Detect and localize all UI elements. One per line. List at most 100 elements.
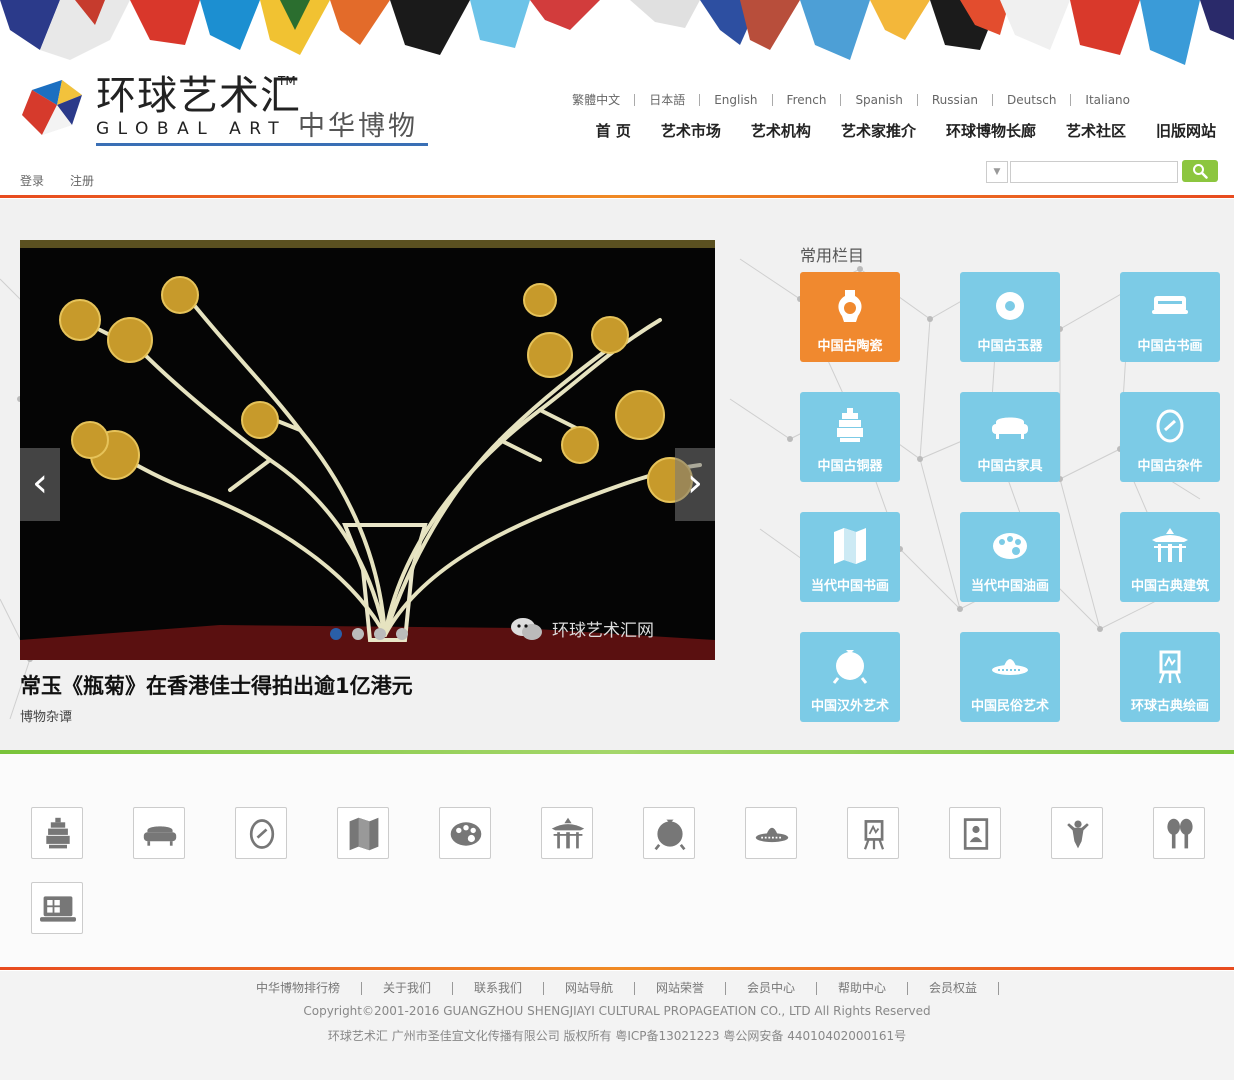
logo-subtitle: 中华博物 bbox=[298, 111, 418, 142]
footer-link-member-center[interactable]: 会员中心 bbox=[726, 982, 818, 995]
search-button[interactable] bbox=[1182, 160, 1218, 182]
icon-link-oil-painting[interactable] bbox=[439, 807, 491, 859]
nav-museum-gallery[interactable]: 环球博物长廊 bbox=[946, 120, 1036, 141]
slider-dot-3[interactable] bbox=[374, 628, 386, 640]
icon-link-bronze[interactable] bbox=[31, 807, 83, 859]
computer-icon bbox=[40, 896, 76, 922]
icon-link-sculpture[interactable] bbox=[1051, 807, 1103, 859]
nav-home[interactable]: 首 页 bbox=[596, 120, 631, 141]
logo-cube-icon bbox=[22, 80, 82, 135]
nav-old-site[interactable]: 旧版网站 bbox=[1156, 120, 1216, 141]
slider-dot-4[interactable] bbox=[396, 628, 408, 640]
register-link[interactable]: 注册 bbox=[70, 172, 94, 189]
icon-link-instruments[interactable] bbox=[1153, 807, 1205, 859]
slide-watermark: 环球艺术汇网 bbox=[510, 616, 654, 641]
lang-english[interactable]: English bbox=[699, 94, 771, 106]
nav-art-institutions[interactable]: 艺术机构 bbox=[751, 120, 811, 141]
easel-icon bbox=[863, 820, 885, 850]
icon-link-calligraphy[interactable] bbox=[337, 807, 389, 859]
header-divider bbox=[0, 195, 1234, 198]
slide-news-title[interactable]: 常玉《瓶菊》在香港佳士得拍出逾1亿港元 bbox=[20, 670, 413, 700]
sombrero-icon bbox=[992, 659, 1028, 675]
nav-art-community[interactable]: 艺术社区 bbox=[1066, 120, 1126, 141]
pot-icon bbox=[654, 819, 686, 851]
tile-contemporary-oil-painting[interactable]: 当代中国油画 bbox=[960, 512, 1060, 602]
tile-ancient-calligraphy[interactable]: 中国古书画 bbox=[1120, 272, 1220, 362]
icon-link-architecture[interactable] bbox=[541, 807, 593, 859]
page-root: 环球艺术汇 TM GLOBAL ART 中华博物 繁體中文 日本語 Englis… bbox=[0, 0, 1234, 1080]
tile-folk-art[interactable]: 中国民俗艺术 bbox=[960, 632, 1060, 722]
icon-link-miscellany[interactable] bbox=[235, 807, 287, 859]
lang-french[interactable]: French bbox=[771, 94, 841, 106]
login-link[interactable]: 登录 bbox=[20, 172, 44, 189]
category-icon-strip bbox=[0, 754, 1234, 967]
slider-next-button[interactable]: › bbox=[675, 448, 715, 521]
lang-japanese[interactable]: 日本語 bbox=[634, 94, 699, 106]
decorative-top-band bbox=[0, 0, 1234, 70]
auth-links: 登录 注册 bbox=[20, 172, 120, 189]
tile-label: 当代中国书画 bbox=[810, 579, 889, 594]
footer-link-sitemap[interactable]: 网站导航 bbox=[544, 982, 635, 995]
icon-link-digital[interactable] bbox=[31, 882, 83, 934]
lang-italian[interactable]: Italiano bbox=[1070, 94, 1144, 106]
tile-classical-architecture[interactable]: 中国古典建筑 bbox=[1120, 512, 1220, 602]
nav-art-market[interactable]: 艺术市场 bbox=[661, 120, 721, 141]
footer-link-ranking[interactable]: 中华博物排行榜 bbox=[235, 982, 362, 995]
tile-classical-painting[interactable]: 环球古典绘画 bbox=[1120, 632, 1220, 722]
footer-link-help[interactable]: 帮助中心 bbox=[817, 982, 909, 995]
lang-spanish[interactable]: Spanish bbox=[840, 94, 916, 106]
tile-ancient-ceramics[interactable]: 中国古陶瓷 bbox=[800, 272, 900, 362]
search-bar: ▼ bbox=[986, 160, 1218, 184]
icon-link-furniture[interactable] bbox=[133, 807, 185, 859]
slider-dot-2[interactable] bbox=[352, 628, 364, 640]
logo-trademark: TM bbox=[278, 74, 296, 88]
nav-artists[interactable]: 艺术家推介 bbox=[841, 120, 916, 141]
portrait-icon bbox=[963, 818, 989, 850]
slide-image[interactable] bbox=[20, 240, 715, 660]
logo-title-en: GLOBAL ART bbox=[96, 119, 288, 139]
tile-contemporary-calligraphy[interactable]: 当代中国书画 bbox=[800, 512, 900, 602]
icon-link-folk-art[interactable] bbox=[745, 807, 797, 859]
footer-link-honors[interactable]: 网站荣誉 bbox=[635, 982, 727, 995]
icon-link-portrait[interactable] bbox=[949, 807, 1001, 859]
tile-ancient-miscellany[interactable]: 中国古杂件 bbox=[1120, 392, 1220, 482]
palette-icon bbox=[450, 822, 482, 846]
tile-ancient-furniture[interactable]: 中国古家具 bbox=[960, 392, 1060, 482]
tile-ancient-jade[interactable]: 中国古玉器 bbox=[960, 272, 1060, 362]
maracas-icon bbox=[1167, 818, 1193, 849]
footer-link-about[interactable]: 关于我们 bbox=[362, 982, 453, 995]
wechat-icon bbox=[511, 617, 542, 640]
tile-label: 中国古家具 bbox=[977, 459, 1043, 474]
logo-title-cn: 环球艺术汇 bbox=[96, 73, 301, 119]
icp-text: 环球艺术汇 广州市圣佳宜文化传播有限公司 版权所有 粤ICP备13021223 … bbox=[327, 1029, 907, 1043]
mirror-icon bbox=[249, 819, 275, 849]
site-logo[interactable]: 环球艺术汇 TM GLOBAL ART 中华博物 bbox=[22, 72, 432, 152]
search-icon bbox=[1193, 164, 1208, 179]
footer-link-contact[interactable]: 联系我们 bbox=[453, 982, 544, 995]
sombrero-icon bbox=[755, 827, 789, 843]
tile-foreign-art[interactable]: 中国汉外艺术 bbox=[800, 632, 900, 722]
image-slider[interactable]: ‹ › 环球艺术汇网 bbox=[20, 240, 715, 660]
footer-links: 中华博物排行榜 关于我们 联系我们 网站导航 网站荣誉 会员中心 帮助中心 会员… bbox=[0, 982, 1234, 995]
icon-link-foreign-art[interactable] bbox=[643, 807, 695, 859]
map-icon bbox=[349, 817, 379, 851]
lang-traditional-chinese[interactable]: 繁體中文 bbox=[558, 94, 634, 106]
jade-disc-icon bbox=[996, 292, 1024, 320]
tile-ancient-bronze[interactable]: 中国古铜器 bbox=[800, 392, 900, 482]
icon-link-classical-painting[interactable] bbox=[847, 807, 899, 859]
pot-icon bbox=[832, 650, 868, 684]
mirror-icon bbox=[1156, 409, 1184, 443]
vase-icon bbox=[838, 290, 862, 322]
tile-label: 中国古书画 bbox=[1137, 339, 1203, 354]
lang-russian[interactable]: Russian bbox=[916, 94, 992, 106]
bronze-pagoda-icon bbox=[837, 408, 863, 442]
slide-news-category[interactable]: 博物杂谭 bbox=[20, 706, 72, 725]
lang-german[interactable]: Deutsch bbox=[992, 94, 1070, 106]
footer-link-member-rights[interactable]: 会员权益 bbox=[908, 982, 1000, 995]
search-input[interactable] bbox=[1010, 161, 1178, 183]
slider-dot-1[interactable] bbox=[330, 628, 342, 640]
sofa-icon bbox=[992, 417, 1028, 439]
tile-label: 中国古玉器 bbox=[977, 339, 1043, 354]
slider-prev-button[interactable]: ‹ bbox=[20, 448, 60, 521]
search-category-select[interactable]: ▼ bbox=[986, 161, 1008, 183]
